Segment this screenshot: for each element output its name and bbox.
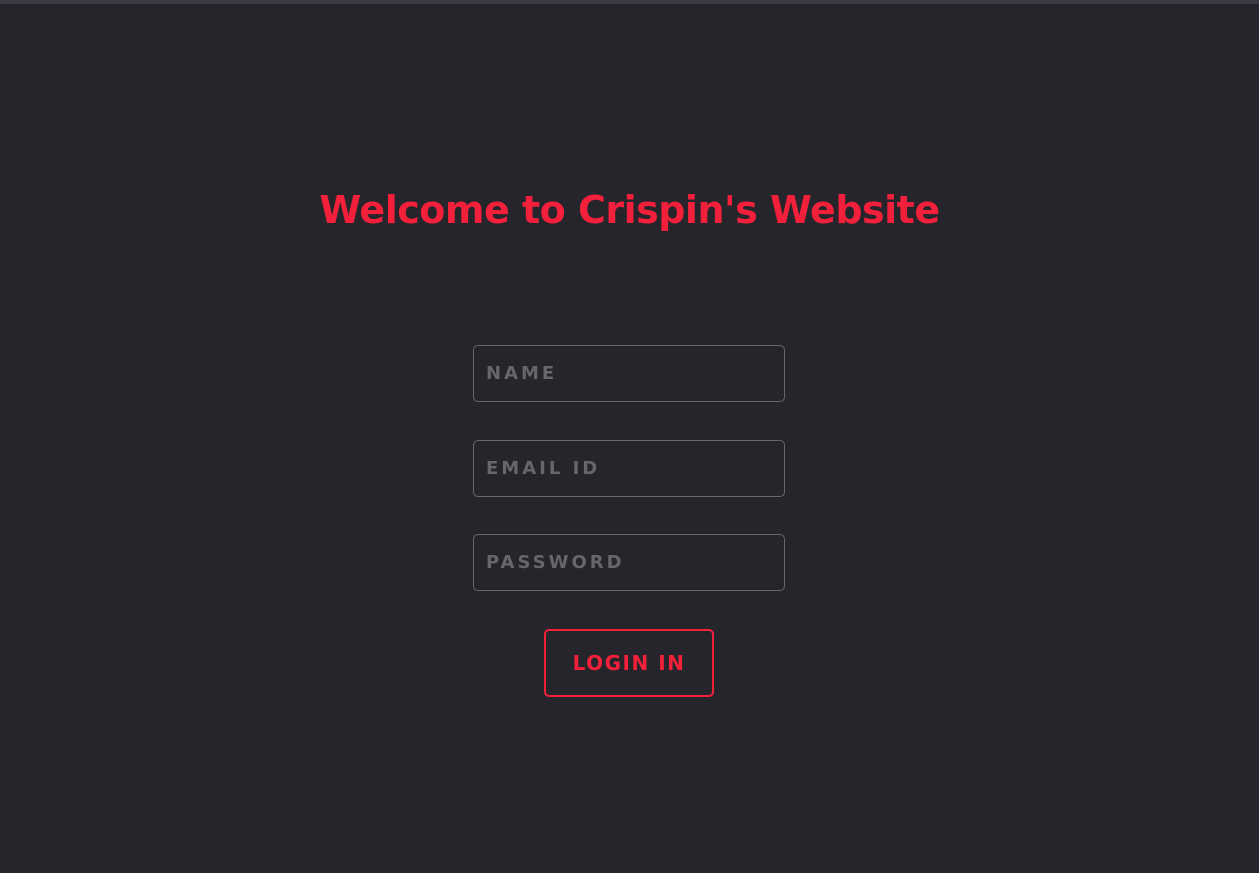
login-form [473,345,785,629]
email-input[interactable] [473,440,785,497]
password-input[interactable] [473,534,785,591]
name-input[interactable] [473,345,785,402]
login-button[interactable]: LOGIN IN [544,629,714,697]
login-page: Welcome to Crispin's Website LOGIN IN [0,0,1259,873]
top-border [0,0,1259,4]
page-title: Welcome to Crispin's Website [319,188,940,232]
